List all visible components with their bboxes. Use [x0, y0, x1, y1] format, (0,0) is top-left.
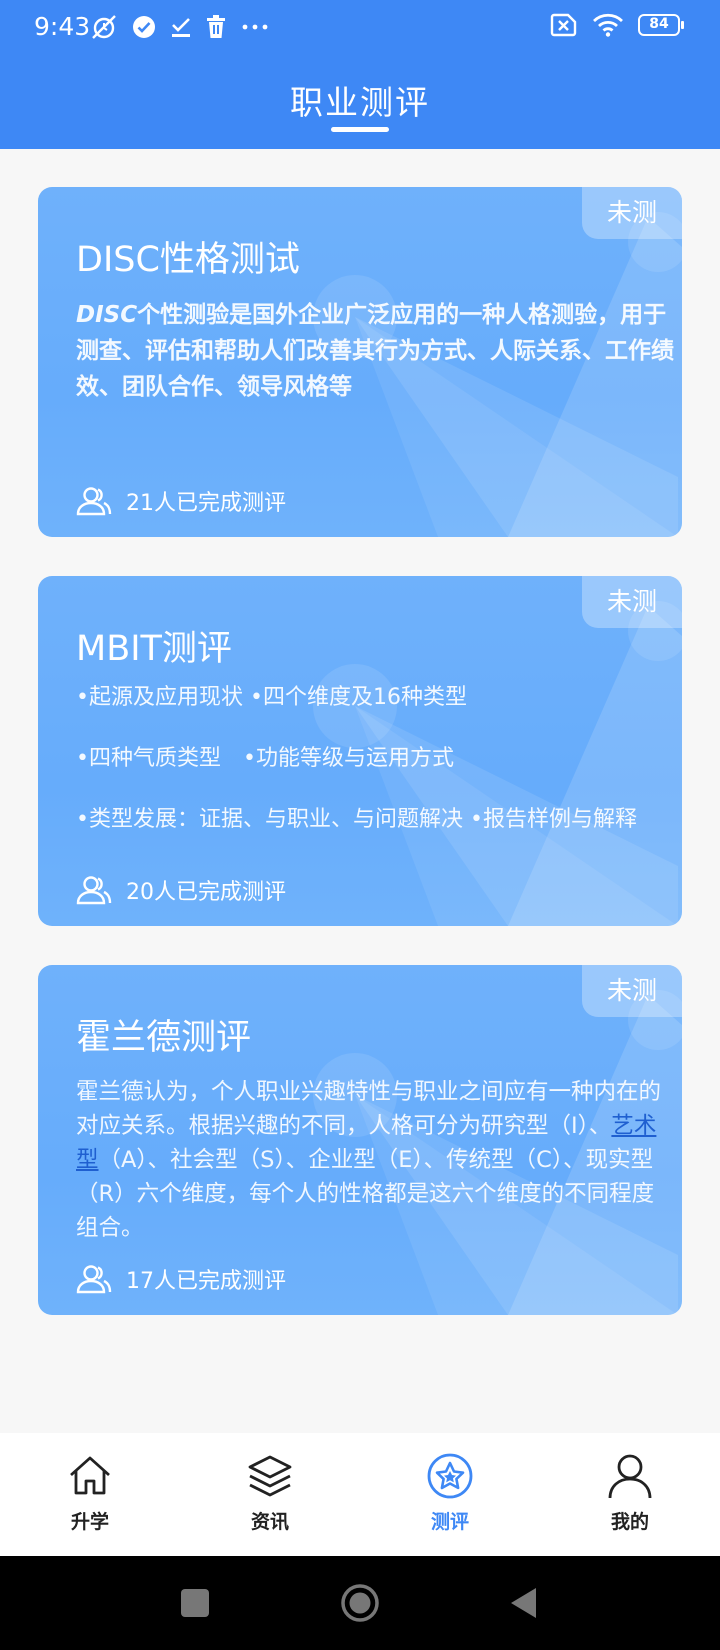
tab-zixun[interactable]: 资讯: [210, 1453, 330, 1534]
completion-count: 21人已完成测评: [76, 485, 286, 517]
desc-body: 个性测验是国外企业广泛应用的一种人格测验，用于测查、评估和帮助人们改善其行为方式…: [76, 302, 674, 400]
bullet-line: •类型发展：证据、与职业、与问题解决 •报告样例与解释: [76, 807, 637, 832]
test-card-holland[interactable]: 未测 霍兰德测评 霍兰德认为，个人职业兴趣特性与职业之间应有一种内在的对应关系。…: [38, 965, 682, 1315]
star-circle-icon: [427, 1453, 473, 1499]
tab-label: 升学: [70, 1511, 109, 1533]
layers-icon: [248, 1455, 292, 1497]
bullet-line: •四种气质类型 •功能等级与运用方式: [76, 746, 454, 771]
system-nav-bar: [0, 1556, 720, 1650]
card-title: MBIT测评: [76, 629, 232, 669]
battery-level: 84: [649, 16, 669, 32]
back-triangle-icon[interactable]: [508, 1586, 538, 1620]
bottom-tab-bar: 升学 资讯 测评 我的: [0, 1433, 720, 1556]
battery-icon: 84: [638, 13, 684, 37]
page-title: 职业测评: [290, 83, 430, 122]
tab-wode[interactable]: 我的: [570, 1453, 690, 1534]
tab-label: 我的: [610, 1511, 649, 1533]
card-description: 霍兰德认为，个人职业兴趣特性与职业之间应有一种内在的对应关系。根据兴趣的不同，人…: [76, 1075, 676, 1245]
muted-alarm-icon: [92, 15, 116, 39]
completion-count-text: 20人已完成测评: [126, 880, 286, 905]
status-badge: 未测: [582, 965, 682, 1017]
card-title: 霍兰德测评: [76, 1018, 252, 1058]
tab-label: 测评: [430, 1511, 469, 1533]
tab-ceping[interactable]: 测评: [390, 1453, 510, 1534]
home-icon: [70, 1456, 110, 1495]
test-card-mbit[interactable]: 未测 MBIT测评 •起源及应用现状 •四个维度及16种类型 •四种气质类型 •…: [38, 576, 682, 926]
users-icon: [76, 487, 112, 516]
home-circle-icon[interactable]: [340, 1583, 380, 1623]
trash-icon: [207, 15, 225, 38]
tab-shengxue[interactable]: 升学: [30, 1453, 150, 1534]
users-icon: [76, 1265, 112, 1294]
completion-count-text: 21人已完成测评: [126, 491, 286, 516]
completion-count: 17人已完成测评: [76, 1263, 286, 1295]
more-dots-icon: [242, 24, 268, 30]
test-card-disc[interactable]: 未测 DISC性格测试 DISC个性测验是国外企业广泛应用的一种人格测验，用于测…: [38, 187, 682, 537]
desc-prefix: DISC: [76, 302, 138, 328]
sim-off-icon: [550, 13, 577, 37]
user-icon: [608, 1454, 652, 1499]
status-badge: 未测: [582, 187, 682, 239]
title-underline: [331, 127, 389, 132]
card-description: DISC个性测验是国外企业广泛应用的一种人格测验，用于测查、评估和帮助人们改善其…: [76, 297, 676, 405]
card-bullets: •起源及应用现状 •四个维度及16种类型 •四种气质类型 •功能等级与运用方式 …: [76, 686, 676, 869]
desc-part: （A）、社会型（S）、企业型（E）、传统型（C）、现实型（R）六个维度，每个人的…: [76, 1147, 655, 1241]
check-circle-icon: [133, 16, 155, 38]
users-icon: [76, 876, 112, 905]
tab-label: 资讯: [250, 1511, 289, 1533]
wifi-icon: [593, 13, 623, 37]
desc-part: 霍兰德认为，个人职业兴趣特性与职业之间应有一种内在的对应关系。根据兴趣的不同，人…: [76, 1079, 662, 1139]
status-badge: 未测: [582, 576, 682, 628]
completion-count-text: 17人已完成测评: [126, 1269, 286, 1294]
completion-count: 20人已完成测评: [76, 874, 286, 906]
status-bar: 9:43 84: [0, 0, 720, 56]
card-title: DISC性格测试: [76, 240, 300, 280]
bullet-line: •起源及应用现状 •四个维度及16种类型: [76, 685, 467, 710]
app-header: 9:43 84 职业测评: [0, 0, 720, 149]
recents-square-icon[interactable]: [181, 1589, 209, 1617]
download-done-icon: [172, 18, 190, 37]
status-time: 9:43: [34, 12, 91, 41]
